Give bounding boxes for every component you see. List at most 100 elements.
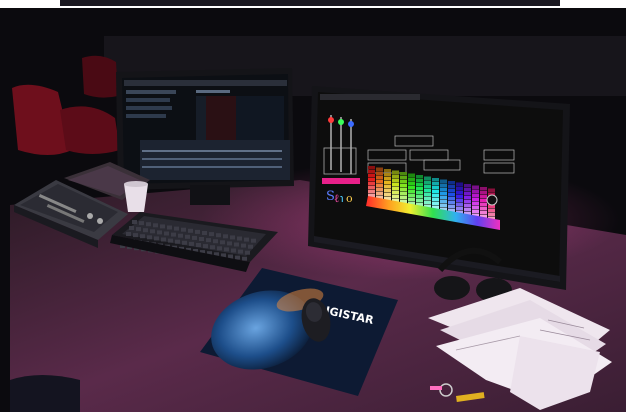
palette-swatch [424,196,431,200]
palette-swatch [480,203,487,207]
keyboard-key [150,229,155,234]
palette-swatch [416,195,423,199]
keyboard-key [220,240,225,245]
palette-swatch [408,177,415,181]
palette-swatch [472,205,479,209]
palette-swatch [424,200,431,204]
keyboard-key [227,241,232,246]
palette-swatch [376,179,383,183]
palette-swatch [376,187,383,191]
palette-swatch [376,167,383,171]
palette-swatch [400,176,407,180]
palette-swatch [440,199,447,203]
palette-swatch [392,186,399,190]
palette-swatch [384,173,391,177]
foreground-chair [10,375,80,412]
palette-swatch [472,201,479,205]
palette-swatch [392,170,399,174]
keyboard-key [147,235,152,240]
palette-swatch [376,191,383,195]
svg-text:ℓ: ℓ [334,192,339,205]
photo: S ℓ ℩ o DIGISTAR [0,0,626,412]
keyboard-key [224,247,229,252]
theatre-seat-back [82,55,118,98]
keyboard-key [238,249,243,254]
palette-swatch [368,186,375,190]
keyboard-key [234,242,239,247]
palette-swatch [464,200,471,204]
palette-swatch [448,181,455,185]
keyboard-key [210,245,215,250]
palette-swatch [432,178,439,182]
palette-swatch [488,212,495,216]
palette-swatch [384,185,391,189]
palette-swatch [368,166,375,170]
palette-swatch [480,211,487,215]
palette-swatch [448,189,455,193]
keyboard-key [199,237,204,241]
palette-swatch [368,170,375,174]
keyboard-key [216,233,221,238]
palette-swatch [464,208,471,212]
palette-swatch [456,182,463,186]
palette-swatch [440,187,447,191]
palette-swatch [440,191,447,195]
palette-swatch [408,173,415,177]
palette-swatch [424,184,431,188]
keyboard-key [129,226,134,230]
palette-swatch [408,181,415,185]
palette-swatch [400,180,407,184]
keyboard-key [171,232,176,237]
palette-swatch [480,191,487,195]
palette-swatch [416,187,423,191]
keyboard-key [188,228,193,233]
palette-swatch [384,189,391,193]
palette-swatch [400,184,407,188]
keyboard-key [136,227,141,232]
palette-swatch [456,194,463,198]
palette-swatch [448,185,455,189]
palette-swatch [416,183,423,187]
palette-swatch [472,197,479,201]
palette-swatch [464,196,471,200]
keyboard-key [206,238,211,243]
palette-swatch [400,188,407,192]
palette-swatch [392,194,399,198]
palette-swatch [472,209,479,213]
keyboard-key [182,240,187,245]
svg-text:℩: ℩ [340,192,344,205]
palette-swatch [440,195,447,199]
keyboard-key [195,229,200,234]
keyboard-key [175,239,180,244]
palette-swatch [400,196,407,200]
keyboard-key [202,231,207,235]
palette-swatch [464,192,471,196]
keyboard-key [192,235,197,240]
palette-swatch [384,181,391,185]
keyboard-key [146,222,151,227]
keyboard-key [248,244,253,249]
palette-swatch [424,192,431,196]
keyboard-key [237,236,242,241]
palette-swatch [480,199,487,203]
keyboard-key [223,234,228,239]
brightness-bar [322,178,360,184]
palette-swatch [432,202,439,206]
keyboard-key [217,246,222,251]
palette-swatch [368,174,375,178]
palette-swatch [456,202,463,206]
cup [124,181,148,212]
keyboard-key [167,225,172,230]
palette-swatch [472,193,479,197]
palette-swatch [480,187,487,191]
keyboard-key [213,239,218,244]
keyboard-key [168,238,173,243]
keyboard-key [139,221,144,226]
keyboard-key [230,235,235,240]
palette-swatch [440,183,447,187]
keyboard-key [245,250,250,255]
keyboard-key [174,226,179,231]
palette-swatch [416,175,423,179]
palette-swatch [432,194,439,198]
palette-swatch [376,171,383,175]
